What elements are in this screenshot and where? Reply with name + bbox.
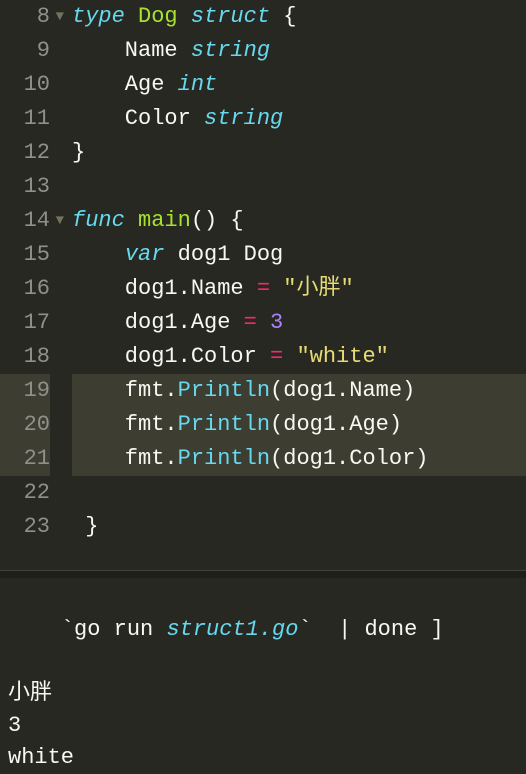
terminal-command-line: `go run struct1.go` | done ] (8, 582, 518, 678)
line-number: 13 (0, 170, 50, 204)
code-line[interactable]: dog1.Color = "white" (72, 340, 526, 374)
code-token: Color (72, 106, 204, 131)
code-token: main (138, 208, 191, 233)
code-line[interactable] (72, 476, 526, 510)
terminal-output: 小胖3white (8, 678, 518, 774)
code-token: int (178, 72, 218, 97)
line-number: 20 (0, 408, 50, 442)
line-number (0, 544, 50, 578)
line-number: 9 (0, 34, 50, 68)
code-token: } (72, 514, 98, 539)
code-token: Println (178, 412, 270, 437)
line-number: 19 (0, 374, 50, 408)
code-area[interactable]: type Dog struct { Name string Age int Co… (54, 0, 526, 570)
code-line[interactable] (72, 544, 526, 578)
code-token: "小胖" (283, 276, 353, 301)
code-token: struct (191, 4, 270, 29)
terminal-output-line: 小胖 (8, 678, 518, 710)
code-token: () { (191, 208, 244, 233)
code-token: var (125, 242, 165, 267)
code-token: dog1 Dog (164, 242, 283, 267)
code-line[interactable]: Age int (72, 68, 526, 102)
code-token (72, 242, 125, 267)
code-line[interactable]: } (72, 510, 526, 544)
code-token: = (244, 310, 257, 335)
code-token: "white" (296, 344, 388, 369)
fold-marker-icon[interactable]: ▼ (56, 0, 64, 34)
code-editor[interactable]: 8▼91011121314▼151617181920212223 type Do… (0, 0, 526, 570)
code-line[interactable] (72, 170, 526, 204)
line-number: 11 (0, 102, 50, 136)
code-token: type (72, 4, 125, 29)
terminal-cmd-suffix: ` | done ] (298, 617, 443, 642)
code-token: dog1.Color (72, 344, 270, 369)
code-token: (dog1.Name) (270, 378, 415, 403)
code-token: fmt. (72, 378, 178, 403)
line-number: 17 (0, 306, 50, 340)
code-line[interactable]: var dog1 Dog (72, 238, 526, 272)
code-token: 3 (270, 310, 283, 335)
code-line[interactable]: dog1.Name = "小胖" (72, 272, 526, 306)
line-number: 16 (0, 272, 50, 306)
code-token (125, 4, 138, 29)
line-number: 21 (0, 442, 50, 476)
code-token: Age (72, 72, 178, 97)
line-number: 18 (0, 340, 50, 374)
code-token: dog1.Age (72, 310, 244, 335)
code-token (270, 276, 283, 301)
terminal-cmd-prefix: `go run (61, 617, 167, 642)
line-number: 8▼ (0, 0, 50, 34)
line-number: 23 (0, 510, 50, 544)
code-token: string (204, 106, 283, 131)
line-number: 15 (0, 238, 50, 272)
code-token (283, 344, 296, 369)
code-token: } (72, 140, 85, 165)
line-number-gutter: 8▼91011121314▼151617181920212223 (0, 0, 54, 570)
terminal-output-line: white (8, 742, 518, 774)
code-line[interactable]: } (72, 136, 526, 170)
terminal-output-line: 3 (8, 710, 518, 742)
code-token: (dog1.Color) (270, 446, 428, 471)
line-number: 10 (0, 68, 50, 102)
code-line[interactable]: fmt.Println(dog1.Color) (72, 442, 526, 476)
code-line[interactable]: dog1.Age = 3 (72, 306, 526, 340)
code-token: Println (178, 446, 270, 471)
code-token: Println (178, 378, 270, 403)
code-token: fmt. (72, 412, 178, 437)
code-line[interactable]: fmt.Println(dog1.Age) (72, 408, 526, 442)
terminal-panel[interactable]: `go run struct1.go` | done ] 小胖3white (0, 578, 526, 746)
code-token: func (72, 208, 125, 233)
code-token: = (270, 344, 283, 369)
code-token: { (270, 4, 296, 29)
code-token (125, 208, 138, 233)
code-token: string (191, 38, 270, 63)
code-line[interactable]: fmt.Println(dog1.Name) (72, 374, 526, 408)
terminal-cmd-file: struct1.go (166, 617, 298, 642)
code-token (257, 310, 270, 335)
code-line[interactable]: Name string (72, 34, 526, 68)
code-token: fmt. (72, 446, 178, 471)
code-line[interactable]: func main() { (72, 204, 526, 238)
code-token: Name (72, 38, 191, 63)
code-token: = (257, 276, 270, 301)
code-line[interactable]: Color string (72, 102, 526, 136)
line-number: 14▼ (0, 204, 50, 238)
code-line[interactable]: type Dog struct { (72, 0, 526, 34)
code-token: dog1.Name (72, 276, 257, 301)
code-token: (dog1.Age) (270, 412, 402, 437)
code-token: Dog (138, 4, 178, 29)
line-number: 12 (0, 136, 50, 170)
code-token (178, 4, 191, 29)
fold-marker-icon[interactable]: ▼ (56, 204, 64, 238)
line-number: 22 (0, 476, 50, 510)
